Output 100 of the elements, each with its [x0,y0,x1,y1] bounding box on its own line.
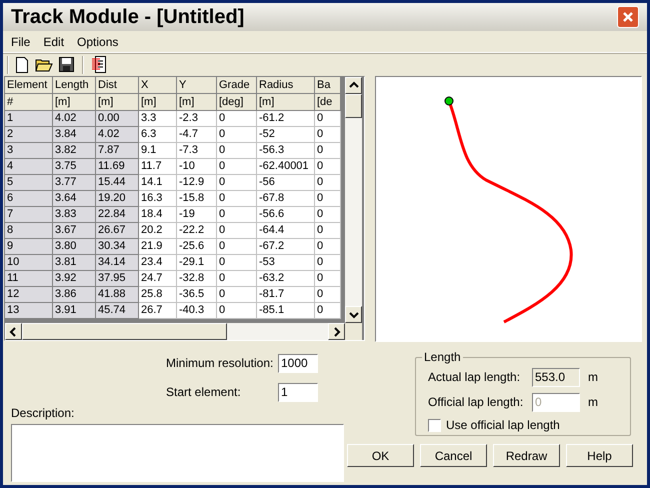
table-cell: -56.3 [257,143,315,159]
field-label: Start element: [166,384,242,401]
table-cell: 0 [217,255,257,271]
table-cell: 3.92 [53,271,96,287]
scroll-left-button[interactable] [5,323,22,340]
table-cell: -25.6 [177,239,217,255]
table-cell: 45.74 [96,303,139,319]
table-cell: 12 [5,287,53,303]
minimum-resolution-field[interactable]: 1000 [278,354,318,372]
column-header[interactable]: [deg] [217,94,257,111]
table-cell: -4.7 [177,127,217,143]
column-header[interactable]: [m] [257,94,315,111]
table-cell: 10 [5,255,53,271]
table-cell: 6.3 [139,127,177,143]
unit-label: m [588,369,598,386]
table-cell: 3.82 [53,143,96,159]
dialog-button[interactable]: Redraw [493,444,560,467]
table-cell: 3.75 [53,159,96,175]
table-cell: -36.5 [177,287,217,303]
table-cell: 0 [217,127,257,143]
table-cell: 14.1 [139,175,177,191]
table-cell: -7.3 [177,143,217,159]
table-cell: -2.3 [177,111,217,127]
save-icon[interactable] [59,57,74,72]
table-cell: 19.20 [96,191,139,207]
table-cell: 34.14 [96,255,139,271]
column-header[interactable]: Y [177,77,217,94]
table-cell: -61.2 [257,111,315,127]
table-cell: 3.64 [53,191,96,207]
table-cell: 3.86 [53,287,96,303]
description-field[interactable] [11,424,344,482]
checkbox-label: Use official lap length [446,417,560,434]
table-cell: 0.00 [96,111,139,127]
table-cell: 23.4 [139,255,177,271]
column-header[interactable]: [m] [177,94,217,111]
menu-item[interactable]: Edit [37,32,70,50]
menu-item[interactable]: File [5,32,36,50]
start-marker [444,96,454,106]
column-header[interactable]: Radius [257,77,315,94]
column-header[interactable]: [de [315,94,341,111]
vertical-scrollbar[interactable] [345,77,362,323]
table-cell: -81.7 [257,287,315,303]
report-icon[interactable] [92,56,106,73]
table-cell: 0 [217,159,257,175]
column-header[interactable]: [m] [96,94,139,111]
table-cell: 4.02 [96,127,139,143]
column-header[interactable]: Grade [217,77,257,94]
open-folder-icon[interactable] [35,57,53,72]
table-cell: 11 [5,271,53,287]
scroll-thumb[interactable] [345,94,362,118]
table-cell: 0 [217,143,257,159]
window-title: Track Module - [Untitled] [11,5,244,30]
table-cell: 0 [217,239,257,255]
table-cell: -53 [257,255,315,271]
actual-lap-length-field[interactable]: 553.0 [532,368,580,386]
table-cell: 3.80 [53,239,96,255]
table-cell: 2 [5,127,53,143]
table-cell: 4 [5,159,53,175]
dialog-button[interactable]: Cancel [420,444,487,467]
table-cell: 7.87 [96,143,139,159]
scroll-right-button[interactable] [328,323,345,340]
dialog-button[interactable]: Help [566,444,633,467]
table-cell: 0 [315,287,341,303]
column-header[interactable]: Ba [315,77,341,94]
table-cell: 5 [5,175,53,191]
table-cell: -15.8 [177,191,217,207]
table-cell: 3.91 [53,303,96,319]
column-header[interactable]: [m] [139,94,177,111]
close-button[interactable] [617,6,639,28]
dialog-button[interactable]: OK [347,444,414,467]
column-header[interactable]: Length [53,77,96,94]
table-cell: 6 [5,191,53,207]
column-header[interactable]: [m] [53,94,96,111]
column-header[interactable]: Dist [96,77,139,94]
scroll-thumb[interactable] [22,323,227,340]
table-cell: 0 [217,111,257,127]
column-header[interactable]: Element [5,77,53,94]
table-cell: 25.8 [139,287,177,303]
table-cell: -19 [177,207,217,223]
horizontal-scrollbar[interactable] [5,323,345,340]
table-cell: 21.9 [139,239,177,255]
table-cell: 0 [217,191,257,207]
table-cell: 22.84 [96,207,139,223]
table-cell: -67.8 [257,191,315,207]
column-header[interactable]: # [5,94,53,111]
new-file-icon[interactable] [15,56,29,72]
scroll-up-button[interactable] [345,77,362,94]
table-cell: 0 [315,111,341,127]
field-label: Minimum resolution: [166,355,274,372]
table-cell: 9.1 [139,143,177,159]
column-header[interactable]: X [139,77,177,94]
table-cell: 3.3 [139,111,177,127]
start-element-field[interactable]: 1 [278,382,318,402]
table-cell: 13 [5,303,53,319]
scroll-down-button[interactable] [345,306,362,323]
menu-item[interactable]: Options [71,32,124,50]
table-cell: 0 [217,271,257,287]
checkbox[interactable] [428,418,441,432]
table-cell: 26.7 [139,303,177,319]
table-cell: 0 [315,143,341,159]
